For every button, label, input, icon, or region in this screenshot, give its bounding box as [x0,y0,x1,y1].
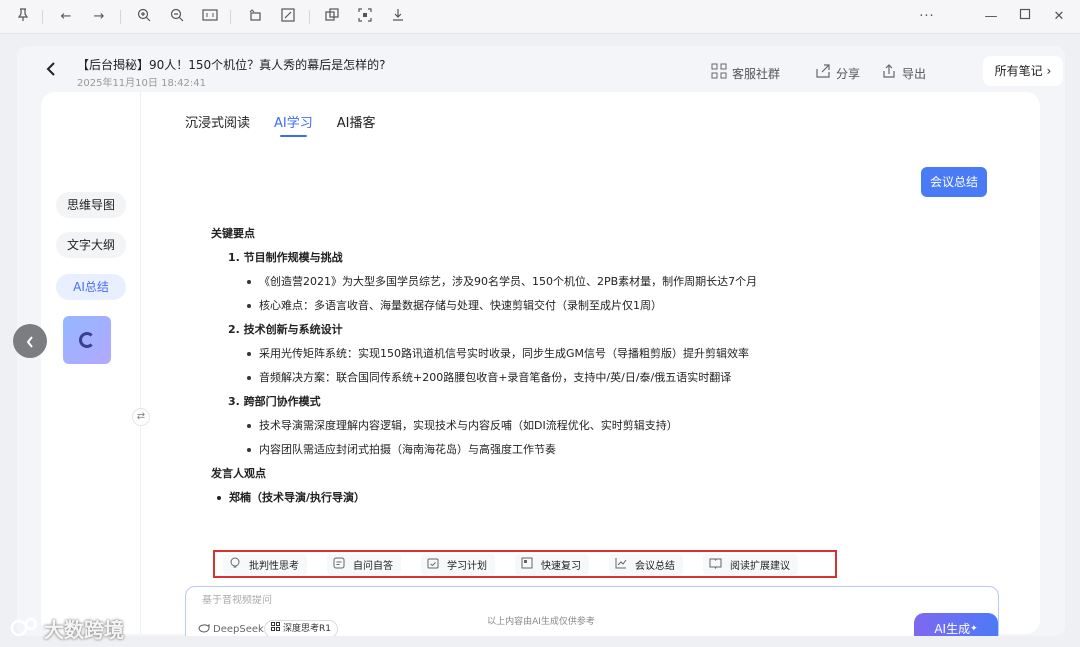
meeting-summary-button[interactable]: 会议总结 [921,167,987,197]
speaker-name: 郑楠（技术导演/执行导演） [211,486,1001,510]
watermark-logo-icon [10,617,38,641]
list-item: 内容团队需适应封闭式拍摄（海南海花岛）与高强度工作节奏 [211,438,1001,462]
key-points-heading: 关键要点 [211,227,255,240]
all-notes-button[interactable]: 所有笔记 › [983,56,1063,86]
tab-ai-learning[interactable]: AI学习 [274,112,313,137]
qr-grid-icon [711,63,727,83]
quick-action-self-qa[interactable]: 自问自答 [327,553,401,575]
share-icon [815,63,831,83]
list-item: 核心难点：多语言收音、海量数据存储与处理、快速剪辑交付（录制至成片仅1周） [211,294,1001,318]
share-button[interactable]: 分享 [815,63,860,83]
review-icon [521,557,533,572]
loading-thumbnail [63,316,111,364]
sidebar-item-ai-summary[interactable]: AI总结 [56,274,126,300]
bulb-icon [229,557,241,572]
quick-actions-bar: 批判性思考 自问自答 学习计划 快速复习 会议总结 阅读扩展建议 [213,550,837,578]
rotate-icon[interactable] [246,8,264,26]
zoom-out-icon[interactable] [168,8,186,26]
section-title: 1. 节目制作规模与挑战 [228,251,343,264]
list-item: 音频解决方案：联合国同传系统+200路腰包收音+录音笔备份，支持中/英/日/泰/… [211,366,1001,390]
export-button[interactable]: 导出 [881,63,926,83]
speaker-heading: 发言人观点 [211,467,266,480]
section-title: 2. 技术创新与系统设计 [228,323,343,336]
calendar-icon [427,557,439,572]
app-frame: 【后台揭秘】90人！150个机位？真人秀的幕后是怎样的? 2025年11月10日… [17,46,1065,636]
section-title: 3. 跨部门协作模式 [228,395,321,408]
page-title: 【后台揭秘】90人！150个机位？真人秀的幕后是怎样的? [77,58,386,72]
sidebar-item-mindmap[interactable]: 思维导图 [56,192,126,218]
edit-icon[interactable] [279,8,297,26]
content-card: 思维导图 文字大纲 AI总结 ⇄ 沉浸式阅读 AI学习 AI播客 会议总结 关键… [41,92,1040,636]
copy-icon[interactable] [323,8,341,26]
maximize-icon[interactable] [1016,8,1034,26]
chevron-right-icon: › [1046,64,1052,78]
quick-action-critical-thinking[interactable]: 批判性思考 [223,553,307,575]
fit-page-icon[interactable] [201,8,219,26]
list-item: 《创造营2021》为大型多国学员综艺，涉及90名学员、150个机位、2PB素材量… [211,270,1001,294]
tab-ai-podcast[interactable]: AI播客 [337,112,376,137]
list-item: 采用光传矩阵系统：实现150路讯道机信号实时收录，同步生成GM信号（导播粗剪版）… [211,342,1001,366]
export-icon [881,63,897,83]
window-toolbar: ← → ··· — ✕ [0,0,1080,34]
tab-bar: 沉浸式阅读 AI学习 AI播客 [185,112,375,137]
quick-action-reading-suggestions[interactable]: 阅读扩展建议 [703,553,798,575]
download-icon[interactable] [389,8,407,26]
forward-arrow-icon[interactable]: → [90,8,108,26]
swap-icon[interactable]: ⇄ [132,408,150,426]
pin-icon[interactable] [14,8,32,26]
quick-action-quick-review[interactable]: 快速复习 [515,553,589,575]
quick-action-study-plan[interactable]: 学习计划 [421,553,495,575]
chart-icon [615,557,627,572]
back-arrow-icon[interactable]: ← [57,8,75,26]
ask-input[interactable] [202,595,802,606]
list-item: 技术导演需深度理解内容逻辑，实现技术与内容反哺（如DI流程优化、实时剪辑支持） [211,414,1001,438]
back-icon[interactable] [45,61,57,82]
quick-action-meeting-summary[interactable]: 会议总结 [609,553,683,575]
close-icon[interactable]: ✕ [1050,8,1068,26]
page-date: 2025年11月10日 18:42:41 [77,78,206,89]
book-icon [709,557,722,572]
ai-summary-content: 关键要点 1. 节目制作规模与挑战 《创造营2021》为大型多国学员综艺，涉及9… [211,222,1001,510]
qa-icon [333,557,345,572]
screenshot-icon[interactable] [356,8,374,26]
previous-page-button[interactable] [13,324,47,358]
tab-immersive-reading[interactable]: 沉浸式阅读 [185,112,250,137]
disclaimer-text: 以上内容由AI生成仅供参考 [487,617,595,627]
customer-community-button[interactable]: 客服社群 [711,63,780,83]
ask-box: DeepSeek 深度思考R1 AI生成✦ [185,586,999,636]
loading-spinner-icon [79,332,95,348]
more-icon[interactable]: ··· [918,8,936,26]
zoom-in-icon[interactable] [135,8,153,26]
minimize-icon[interactable]: — [982,8,1000,26]
left-rail: 思维导图 文字大纲 AI总结 [41,92,141,634]
sidebar-item-outline[interactable]: 文字大纲 [56,232,126,258]
watermark: 大数跨境 [10,614,124,643]
